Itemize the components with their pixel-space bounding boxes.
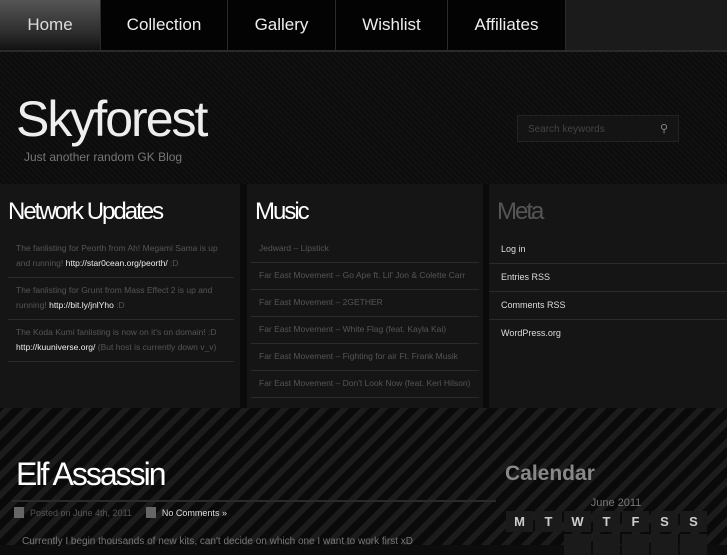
calendar-day-header: F [622,511,649,532]
meta-link[interactable]: Entries RSS [489,264,727,292]
site-tagline: Just another random GK Blog [24,150,183,164]
calendar-day-header: S [651,511,678,532]
post-date: Posted on June 4th, 2011 [30,507,132,518]
calendar-day-header: T [535,511,562,532]
list-item[interactable]: Far East Movement – White Flag (feat. Ka… [251,317,479,344]
meta-link[interactable]: Comments RSS [489,292,727,320]
list-item[interactable]: Far East Movement – 2GETHER [251,290,479,317]
calendar-day-header: M [506,511,533,532]
nav-collection[interactable]: Collection [101,0,228,50]
post-meta: Posted on June 4th, 2011 No Comments » [14,507,227,518]
main-nav: Home Collection Gallery Wishlist Affilia… [0,0,727,52]
calendar-caption: June 2011 [590,497,642,509]
network-updates-widget: Network Updates The fanlisting for Peort… [0,184,240,408]
search-input[interactable]: Search keywords ⚲ [517,115,679,142]
comments-icon [145,507,156,518]
list-item[interactable]: Far East Movement – Don't Look Now (feat… [251,371,479,398]
link[interactable]: http://kuuniverse.org/ [16,342,95,352]
list-item[interactable]: Far East Movement – Fighting for air Ft.… [251,344,479,371]
calendar-title: Calendar [505,462,595,485]
nav-affiliates[interactable]: Affiliates [448,0,566,50]
widget-title: Meta [497,198,544,225]
site-title[interactable]: Skyforest [16,90,208,148]
meta-widget: Meta Log in Entries RSS Comments RSS Wor… [489,184,727,408]
comments-link[interactable]: No Comments » [162,508,227,518]
calendar-grid: M T W T F S S [506,511,707,555]
link[interactable]: http://bit.ly/jnlYho [49,300,114,310]
nav-home[interactable]: Home [0,0,101,50]
date-icon [14,507,24,518]
list-item: The fanlisting for Grunt from Mass Effec… [8,278,234,320]
post-title[interactable]: Elf Assassin [16,456,167,493]
calendar-day-header: S [680,511,707,532]
search-icon[interactable]: ⚲ [660,122,668,135]
list-item[interactable]: Far East Movement – Go Ape ft. Lil' Jon … [251,263,479,290]
list-item: The fanlisting for Peorth from Ah! Megam… [8,236,234,278]
content-area: Elf Assassin Posted on June 4th, 2011 No… [0,408,727,555]
widget-title: Music [255,198,310,225]
nav-wishlist[interactable]: Wishlist [336,0,448,50]
widget-area: Network Updates The fanlisting for Peort… [0,184,727,408]
meta-link[interactable]: WordPress.org [489,320,727,347]
search-placeholder: Search keywords [528,124,605,135]
music-widget: Music Jedward – Lipstick Far East Moveme… [247,184,483,408]
list-item[interactable]: Jedward – Lipstick [251,236,479,263]
link[interactable]: http://star0cean.org/peorth/ [66,258,168,268]
list-item: The Koda Kumi fanlisting is now on it's … [8,320,234,362]
calendar-day-header: T [593,511,620,532]
nav-gallery[interactable]: Gallery [228,0,336,50]
post-excerpt: Currently I begin thousands of new kits,… [22,536,413,547]
calendar-day-header: W [564,511,591,532]
meta-link[interactable]: Log in [489,236,727,264]
widget-title: Network Updates [8,198,164,225]
divider [12,500,496,502]
site-header: Skyforest Just another random GK Blog Se… [0,52,727,184]
